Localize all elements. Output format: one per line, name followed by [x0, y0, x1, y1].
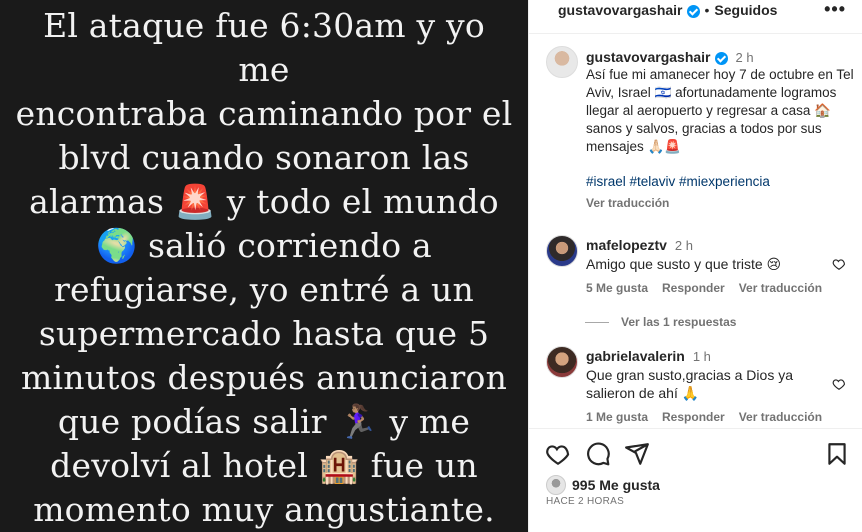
story-line: 🌍 salió corriendo a: [96, 226, 432, 265]
story-line: El ataque fue 6:30am y yo me: [43, 6, 485, 89]
story-line: refugiarse, yo entré a un: [54, 270, 474, 309]
story-line: alarmas 🚨 y todo el mundo: [29, 182, 499, 221]
comment-time: 2 h: [674, 237, 693, 253]
story-text: El ataque fue 6:30am y yo me encontraba …: [14, 4, 514, 532]
see-translation-link[interactable]: Ver traducción: [739, 281, 822, 295]
caption-text: Así fue mi amanecer hoy 7 de octubre en …: [586, 67, 854, 154]
story-line: minutos después anunciaron: [20, 358, 508, 397]
story-line: que podías salir 🏃🏽‍♀️ y me: [57, 402, 471, 441]
comment-username[interactable]: gabrielavalerin: [586, 348, 685, 364]
verified-badge-icon: [686, 4, 700, 18]
post-media[interactable]: El ataque fue 6:30am y yo me encontraba …: [0, 0, 528, 532]
verified-badge-icon: [714, 51, 728, 65]
post-timestamp[interactable]: HACE 2 HORAS: [546, 496, 624, 507]
header-separator: •: [704, 2, 710, 18]
bookmark-icon[interactable]: [824, 441, 850, 467]
heart-icon[interactable]: [545, 441, 571, 467]
comment-like-count[interactable]: 1 Me gusta: [586, 410, 648, 424]
likes-summary: 995 Me gusta: [546, 475, 660, 495]
comment-author: mafelopeztv 2 h: [586, 237, 693, 253]
like-comment-heart-icon[interactable]: [832, 257, 846, 271]
reply-button[interactable]: Responder: [662, 410, 725, 424]
like-count[interactable]: 995 Me gusta: [572, 477, 660, 493]
like-comment-heart-icon[interactable]: [832, 377, 846, 391]
avatar[interactable]: [546, 346, 578, 378]
replies-line: [585, 321, 609, 323]
comment-author: gabrielavalerin 1 h: [586, 348, 711, 364]
post-header: gustavovargashair • Seguidos: [529, 0, 862, 20]
story-line: devolví al hotel 🏨 fue un: [50, 446, 478, 485]
story-line: momento muy angustiante.: [33, 490, 495, 529]
comment-icon[interactable]: [585, 441, 611, 467]
comment-username[interactable]: mafelopeztv: [586, 237, 667, 253]
caption-author: gustavovargashair 2 h: [586, 49, 754, 65]
divider: [529, 33, 862, 34]
share-icon[interactable]: [624, 441, 650, 467]
comment-time: 1 h: [692, 348, 711, 364]
comment-text: Que gran susto,gracias a Dios ya saliero…: [586, 367, 793, 401]
caption-time: 2 h: [735, 49, 754, 65]
comment-like-count[interactable]: 5 Me gusta: [586, 281, 648, 295]
see-translation-link[interactable]: Ver traducción: [739, 410, 822, 424]
view-replies-button[interactable]: Ver las 1 respuestas: [585, 315, 736, 329]
hashtag-links[interactable]: #israel #telaviv #miexperiencia: [586, 174, 770, 189]
more-options-icon[interactable]: •••: [824, 0, 846, 18]
see-translation-link[interactable]: Ver traducción: [586, 196, 669, 210]
comment-meta: 5 Me gusta Responder Ver traducción: [586, 281, 836, 295]
comment-meta: 1 Me gusta Responder Ver traducción: [586, 410, 836, 424]
view-replies-label: Ver las 1 respuestas: [621, 315, 737, 329]
header-username[interactable]: gustavovargashair: [558, 2, 683, 18]
caption-username[interactable]: gustavovargashair: [586, 49, 711, 65]
divider: [529, 428, 862, 429]
story-line: encontraba caminando por el: [15, 94, 513, 133]
story-line: blvd cuando sonaron las: [58, 138, 470, 177]
post-panel: gustavovargashair • Seguidos ••• gustavo…: [528, 0, 862, 532]
comment-text: Amigo que susto y que triste 😢: [586, 256, 782, 272]
liker-avatar[interactable]: [546, 475, 566, 495]
following-button[interactable]: Seguidos: [714, 2, 777, 18]
avatar[interactable]: [546, 46, 578, 78]
avatar[interactable]: [546, 235, 578, 267]
story-line: supermercado hasta que 5: [38, 314, 490, 353]
reply-button[interactable]: Responder: [662, 281, 725, 295]
